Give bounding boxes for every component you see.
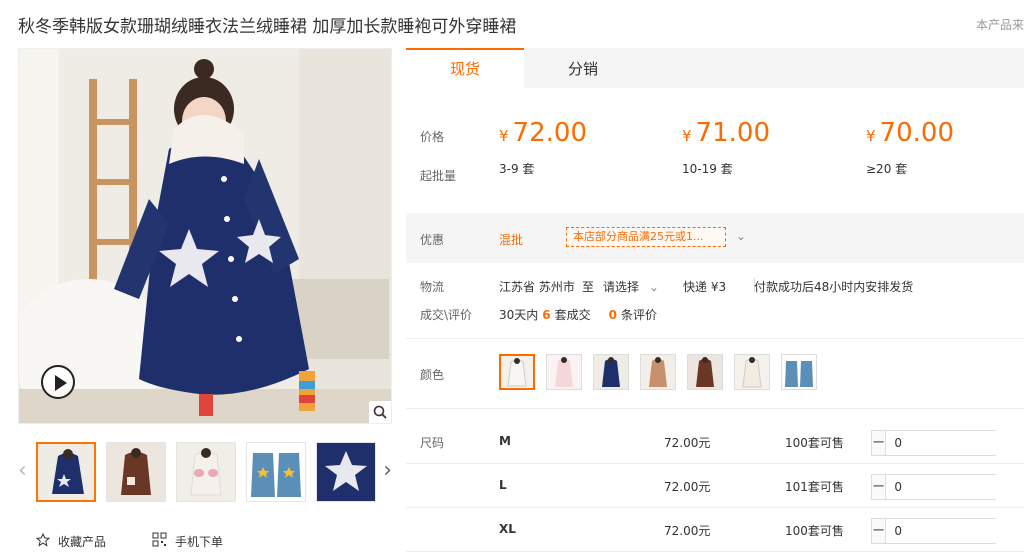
thumbnail-4[interactable] [246,442,306,502]
price-section: 价格 起批量 ¥72.00 3-9 套 ¥71.00 10-19 套 ¥70.0… [406,88,1024,212]
source-note: 本产品来 [975,18,1024,32]
product-actions: 收藏产品 手机下单 [35,532,223,550]
tier-price: ¥70.00 [866,118,954,148]
promo-coupon-tag[interactable]: 本店部分商品满25元或1... [566,227,726,247]
deal-count: 6 [542,308,551,322]
size-price: 72.00元 [664,480,711,494]
favorite-product-button[interactable]: 收藏产品 [35,532,107,550]
destination-value: 请选择 [603,280,640,294]
quantity-stepper: − + [871,518,1024,544]
tier-range: 3-9 套 [499,162,535,176]
tab-distribution[interactable]: 分销 [524,48,642,88]
thumbnail-5[interactable] [316,442,376,502]
qr-code-icon [152,532,167,550]
color-label: 颜色 [420,368,445,382]
size-price: 72.00元 [664,524,711,538]
thumbnail-2[interactable] [106,442,166,502]
chevron-left-icon[interactable]: ‹ [18,460,27,482]
size-row: 尺码 M 72.00元 100套可售 − + [406,420,1024,464]
price-tier-3: ¥70.00 ≥20 套 [866,118,954,177]
color-selector: 颜色 [406,350,1024,394]
size-name: M [499,434,511,448]
color-swatch-5[interactable] [687,354,723,390]
promotion-row: 优惠 混批 本店部分商品满25元或1... ⌄ [406,213,1024,263]
deal-summary: 30天内 6 套成交 0 条评价 [499,306,657,323]
tier-range: 10-19 套 [682,162,733,176]
tier-price: ¥72.00 [499,118,587,148]
batch-label: 起批量 [420,169,457,183]
logistics-label: 物流 [420,280,445,294]
color-swatch-4[interactable] [640,354,676,390]
play-video-button[interactable] [41,365,75,399]
star-icon [35,532,51,550]
price-value: 71.00 [695,118,770,148]
deal-prefix: 30天内 [499,308,539,322]
size-label: 尺码 [420,436,445,450]
ship-origin: 江苏省 苏州市 [499,280,575,294]
color-swatch-3[interactable] [593,354,629,390]
minus-icon[interactable]: − [872,519,887,543]
logistics-row: 物流 江苏省 苏州市 至 请选择 ⌄ 快递 ¥3 付款成功后48小时内安排发货 [406,276,1024,296]
main-product-image[interactable] [18,48,392,424]
promo-label: 优惠 [420,233,445,247]
size-stock: 101套可售 [785,480,844,494]
thumbnail-1[interactable] [36,442,96,502]
thumbnail-3[interactable] [176,442,236,502]
promo-type: 混批 [499,233,524,247]
chevron-down-icon[interactable]: ⌄ [736,229,746,243]
section-divider [406,408,1024,409]
currency-symbol: ¥ [499,127,509,145]
shipping-fee: 快递 ¥3 [683,280,727,294]
quantity-stepper: − + [871,430,1024,456]
tier-price: ¥71.00 [682,118,770,148]
chevron-right-icon[interactable]: › [383,460,392,482]
deal-label: 成交\评价 [420,308,473,322]
color-swatch-2[interactable] [546,354,582,390]
mobile-order-button[interactable]: 手机下单 [152,532,223,550]
size-row: XL 72.00元 100套可售 − + [406,508,1024,552]
dispatch-note: 付款成功后48小时内安排发货 [754,280,914,294]
size-name: L [499,478,507,492]
size-row: L 72.00元 101套可售 − + [406,464,1024,508]
quantity-input[interactable] [886,431,1024,455]
deal-row: 成交\评价 30天内 6 套成交 0 条评价 [406,304,1024,324]
review-suffix[interactable]: 条评价 [621,308,657,322]
price-tier-2: ¥71.00 10-19 套 [682,118,770,177]
minus-icon[interactable]: − [872,431,887,455]
tab-spot[interactable]: 现货 [406,48,524,88]
color-swatch-7[interactable] [781,354,817,390]
minus-icon[interactable]: − [872,475,887,499]
robe-photo [19,49,391,423]
destination-select[interactable]: 请选择 ⌄ [603,278,659,295]
price-value: 70.00 [879,118,954,148]
currency-symbol: ¥ [866,127,876,145]
price-label: 价格 [420,130,445,144]
tier-range: ≥20 套 [866,162,908,176]
currency-symbol: ¥ [682,127,692,145]
section-divider [406,338,1024,339]
chevron-down-icon: ⌄ [648,280,659,294]
size-name: XL [499,522,516,536]
favorite-label: 收藏产品 [58,534,107,549]
offer-tabs: 现货 分销 [406,48,1024,88]
quantity-input[interactable] [886,519,1024,543]
color-swatch-1[interactable] [499,354,535,390]
review-count[interactable]: 0 [609,308,617,322]
deal-count-suffix: 套成交 [554,308,591,322]
quantity-input[interactable] [886,475,1024,499]
size-stock: 100套可售 [785,436,844,450]
quantity-stepper: − + [871,474,1024,500]
product-title: 秋冬季韩版女款珊瑚绒睡衣法兰绒睡裙 加厚加长款睡袍可外穿睡裙 [18,17,517,37]
thumbnail-strip: ‹ › [18,442,392,502]
magnifier-icon[interactable] [369,401,391,423]
ship-to-label: 至 [582,280,595,294]
color-swatch-6[interactable] [734,354,770,390]
size-price: 72.00元 [664,436,711,450]
price-tier-1: ¥72.00 3-9 套 [499,118,587,177]
mobile-order-label: 手机下单 [175,534,224,549]
price-value: 72.00 [512,118,587,148]
size-stock: 100套可售 [785,524,844,538]
